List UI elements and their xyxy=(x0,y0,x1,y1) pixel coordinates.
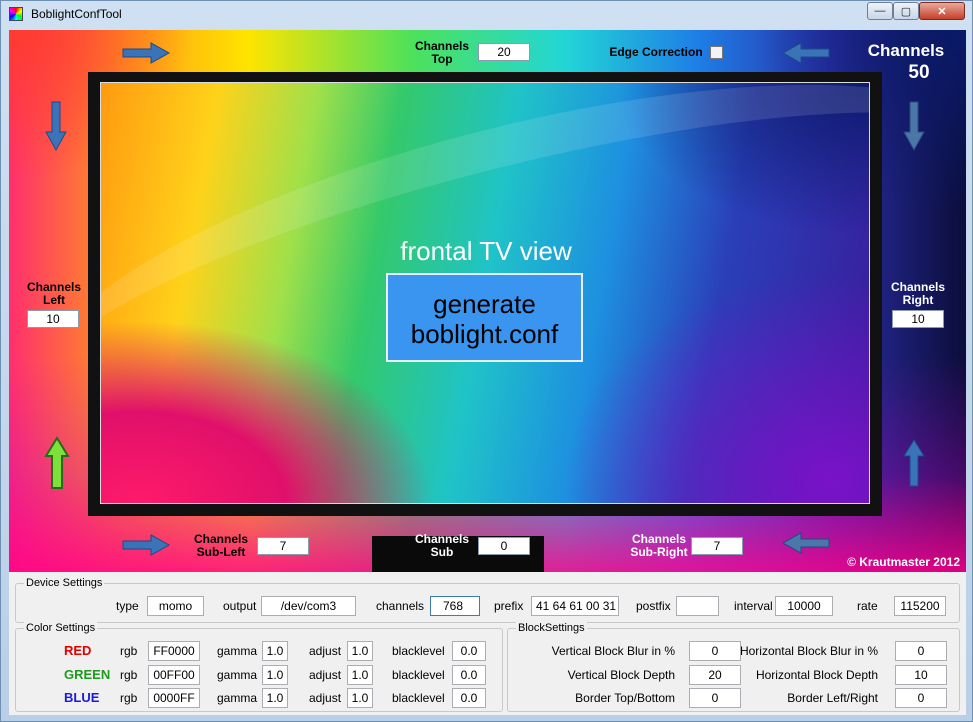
gamma-label: gamma xyxy=(217,691,258,705)
channels-label: channels xyxy=(376,599,425,613)
type-input[interactable]: momo xyxy=(147,596,204,616)
green-blacklevel-input[interactable]: 0.0 xyxy=(452,665,486,685)
rate-label: rate xyxy=(857,599,878,613)
vertical-depth-input[interactable]: 20 xyxy=(689,665,741,685)
red-gamma-input[interactable]: 1.0 xyxy=(262,641,288,661)
red-rgb-input[interactable]: FF0000 xyxy=(148,641,200,661)
blue-blacklevel-input[interactable]: 0.0 xyxy=(452,688,486,708)
postfix-label: postfix xyxy=(636,599,671,613)
horizontal-depth-label: Horizontal Block Depth xyxy=(755,668,878,682)
horizontal-depth-input[interactable]: 10 xyxy=(895,665,947,685)
channels-right-label: Channels Right xyxy=(890,280,945,307)
output-input[interactable]: /dev/com3 xyxy=(261,596,356,616)
generate-config-button[interactable]: generate boblight.conf xyxy=(386,273,583,362)
maximize-button[interactable]: ▢ xyxy=(893,2,919,20)
blue-gamma-input[interactable]: 1.0 xyxy=(262,688,288,708)
block-settings-title: BlockSettings xyxy=(516,622,587,634)
settings-panels: Device Settings type momo output /dev/co… xyxy=(9,572,966,715)
vertical-depth-label: Vertical Block Depth xyxy=(567,668,675,682)
channels-total-label: Channels xyxy=(867,41,945,60)
horizontal-blur-label: Horizontal Block Blur in % xyxy=(739,644,878,658)
app-window: BoblightConfTool — ▢ ✕ Channels Top 20 E… xyxy=(0,0,973,722)
channels-top-input[interactable]: 20 xyxy=(478,43,530,61)
copyright-text: © Krautmaster 2012 xyxy=(847,555,960,569)
arrow-down-icon xyxy=(45,101,67,152)
output-label: output xyxy=(223,599,257,613)
blacklevel-label: blacklevel xyxy=(392,668,445,682)
border-top-bottom-label: Border Top/Bottom xyxy=(575,691,675,705)
adjust-label: adjust xyxy=(309,668,342,682)
red-adjust-input[interactable]: 1.0 xyxy=(347,641,373,661)
arrow-left-icon xyxy=(781,532,830,554)
border-left-right-input[interactable]: 0 xyxy=(895,688,947,708)
horizontal-blur-input[interactable]: 0 xyxy=(895,641,947,661)
border-left-right-label: Border Left/Right xyxy=(787,691,878,705)
app-icon xyxy=(9,7,23,21)
rate-input[interactable]: 115200 xyxy=(894,596,946,616)
generate-config-label: generate boblight.conf xyxy=(410,289,559,349)
green-rgb-input[interactable]: 00FF00 xyxy=(148,665,200,685)
rgb-label: rgb xyxy=(120,668,138,682)
title-bar[interactable]: BoblightConfTool — ▢ ✕ xyxy=(1,1,972,27)
red-label: RED xyxy=(64,643,92,658)
channels-sub-left-input[interactable]: 7 xyxy=(257,537,309,555)
channels-sub-left-label: Channels Sub-Left xyxy=(193,532,248,559)
edge-correction-label: Edge Correction xyxy=(609,45,703,59)
device-settings-title: Device Settings xyxy=(24,577,105,589)
arrow-left-icon xyxy=(781,42,830,64)
type-label: type xyxy=(116,599,139,613)
channels-left-label: Channels Left xyxy=(26,280,81,307)
adjust-label: adjust xyxy=(309,691,342,705)
channels-sub-input[interactable]: 0 xyxy=(478,537,530,555)
rgb-label: rgb xyxy=(120,644,138,658)
color-settings-group: Color Settings RED rgb FF0000 gamma 1.0 … xyxy=(15,622,503,712)
arrow-right-icon xyxy=(122,534,171,556)
green-gamma-input[interactable]: 1.0 xyxy=(262,665,288,685)
arrow-up-icon xyxy=(903,439,925,487)
rgb-label: rgb xyxy=(120,691,138,705)
blue-adjust-input[interactable]: 1.0 xyxy=(347,688,373,708)
gamma-label: gamma xyxy=(217,668,258,682)
tv-view-caption: frontal TV view xyxy=(400,236,572,266)
interval-label: interval xyxy=(734,599,773,613)
green-label: GREEN xyxy=(64,667,111,682)
prefix-input[interactable]: 41 64 61 00 31 64 xyxy=(531,596,619,616)
channels-input[interactable]: 768 xyxy=(430,596,480,616)
color-settings-title: Color Settings xyxy=(24,622,98,634)
block-settings-group: BlockSettings Vertical Block Blur in % 0… xyxy=(507,622,960,712)
interval-input[interactable]: 10000 xyxy=(775,596,833,616)
blacklevel-label: blacklevel xyxy=(392,691,445,705)
close-button[interactable]: ✕ xyxy=(919,2,965,20)
channels-sub-label: Channels Sub xyxy=(414,532,469,559)
green-adjust-input[interactable]: 1.0 xyxy=(347,665,373,685)
edge-correction-checkbox[interactable] xyxy=(710,46,723,59)
arrow-down-icon xyxy=(903,101,925,152)
channels-right-input[interactable]: 10 xyxy=(892,310,944,328)
channels-left-input[interactable]: 10 xyxy=(27,310,79,328)
channels-sub-right-label: Channels Sub-Right xyxy=(630,532,688,559)
adjust-label: adjust xyxy=(309,644,342,658)
prefix-label: prefix xyxy=(494,599,524,613)
device-settings-group: Device Settings type momo output /dev/co… xyxy=(15,577,960,623)
blue-label: BLUE xyxy=(64,690,100,705)
gamma-label: gamma xyxy=(217,644,258,658)
vertical-blur-label: Vertical Block Blur in % xyxy=(551,644,675,658)
channels-top-label: Channels Top xyxy=(414,39,469,66)
tv-scene: Channels Top 20 Edge Correction Channels… xyxy=(9,30,966,572)
channels-sub-right-input[interactable]: 7 xyxy=(691,537,743,555)
window-title: BoblightConfTool xyxy=(31,7,122,21)
vertical-blur-input[interactable]: 0 xyxy=(689,641,741,661)
arrow-right-icon xyxy=(122,42,171,64)
minimize-button[interactable]: — xyxy=(867,2,893,20)
blue-rgb-input[interactable]: 0000FF xyxy=(148,688,200,708)
border-top-bottom-input[interactable]: 0 xyxy=(689,688,741,708)
arrow-up-icon xyxy=(44,436,70,489)
channels-total-value: 50 xyxy=(908,62,930,83)
postfix-input[interactable] xyxy=(676,596,719,616)
blacklevel-label: blacklevel xyxy=(392,644,445,658)
red-blacklevel-input[interactable]: 0.0 xyxy=(452,641,486,661)
